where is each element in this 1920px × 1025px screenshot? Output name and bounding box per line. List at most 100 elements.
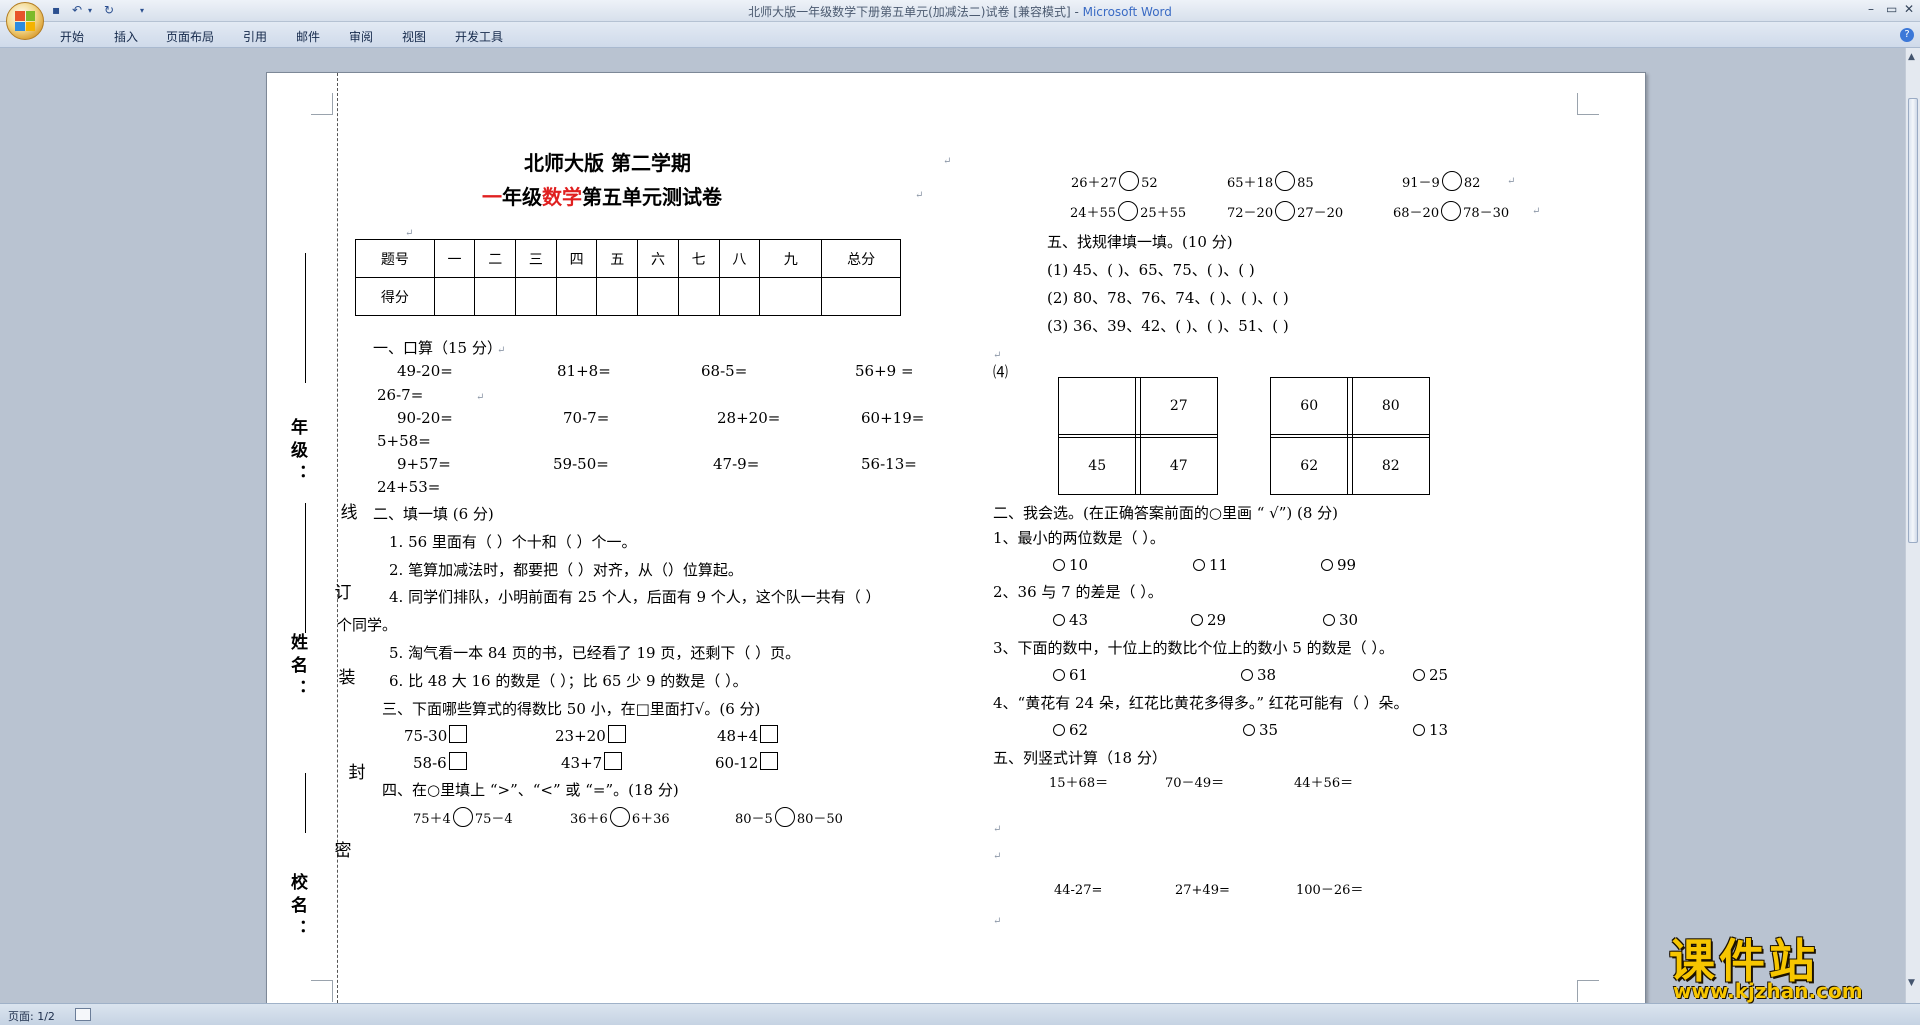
score-input-cell[interactable] — [596, 277, 639, 316]
checkbox[interactable] — [607, 725, 626, 743]
bind-char-zhuang: 装 — [338, 668, 356, 688]
grid-cell[interactable]: 60 — [1269, 377, 1349, 435]
compare-item: 91－9 82 — [1402, 171, 1480, 193]
choose-option[interactable]: 13 — [1413, 721, 1448, 739]
close-button[interactable]: ✕ — [1904, 2, 1914, 16]
vertical-calc-item: 70－49＝ — [1165, 776, 1225, 791]
restore-button[interactable]: ▭ — [1886, 2, 1897, 16]
tab-home[interactable]: 开始 — [60, 28, 84, 45]
choose-option[interactable]: 29 — [1191, 611, 1226, 629]
compare-circle[interactable] — [452, 807, 473, 827]
checkbox[interactable] — [448, 752, 467, 770]
grid-cell[interactable]: 47 — [1139, 437, 1219, 495]
checkbox[interactable] — [760, 725, 779, 743]
grid-cell[interactable]: 80 — [1351, 377, 1431, 435]
office-button[interactable] — [6, 2, 44, 40]
checkbox[interactable] — [449, 725, 468, 743]
compare-circle[interactable] — [1441, 201, 1462, 221]
score-input-cell[interactable] — [515, 277, 557, 316]
section1-title: 一、口算（15 分） — [373, 339, 502, 357]
oral-calc-item: 81+8= — [557, 362, 611, 380]
vertical-scrollbar[interactable]: ▲ ▼ — [1905, 48, 1920, 1003]
oral-calc-item: 47-9= — [713, 455, 760, 473]
oral-calc-item: 5+58= — [377, 432, 431, 450]
choose-option[interactable]: 38 — [1241, 666, 1276, 684]
choose-option[interactable]: 10 — [1053, 556, 1088, 574]
choose-option[interactable]: 62 — [1053, 721, 1088, 739]
grid-cell[interactable]: 82 — [1351, 437, 1431, 495]
choose-option[interactable]: 11 — [1193, 556, 1228, 574]
compare-circle[interactable] — [1275, 171, 1296, 191]
paragraph-mark: ↵ — [476, 392, 485, 403]
checkbox[interactable] — [760, 752, 779, 770]
grid-cell[interactable] — [1057, 377, 1137, 435]
pattern-line: (3) 36、39、42、( )、( )、51、( ) — [1047, 317, 1289, 335]
tab-references[interactable]: 引用 — [243, 28, 267, 45]
compare-circle[interactable] — [609, 807, 630, 827]
document-area: 年 级 ： 姓 名 ： 校 名 ： 线 订 装 封 密 北师大版 第二学期 一年… — [0, 48, 1905, 1003]
choose-option[interactable]: 61 — [1053, 666, 1088, 684]
bind-char-feng: 封 — [348, 763, 366, 783]
pattern-section-title: 五、找规律填一填。(10 分) — [1047, 233, 1233, 251]
compare-circle[interactable] — [1275, 201, 1296, 221]
oral-calc-item: 26-7= — [377, 386, 424, 404]
vertical-calc-item: 27+49= — [1175, 883, 1230, 898]
choose-option[interactable]: 35 — [1243, 721, 1278, 739]
tab-mailings[interactable]: 邮件 — [296, 28, 320, 45]
page-counter[interactable]: 页面: 1/2 — [8, 1008, 55, 1024]
grid-cell[interactable]: 45 — [1057, 437, 1137, 495]
score-input-cell[interactable] — [433, 277, 476, 316]
scroll-up-icon[interactable]: ▲ — [1908, 52, 1915, 62]
tab-view[interactable]: 视图 — [402, 28, 426, 45]
minimize-button[interactable]: – — [1868, 2, 1874, 16]
choose-option[interactable]: 99 — [1321, 556, 1356, 574]
compare-circle[interactable] — [1441, 171, 1462, 191]
score-cell: 六 — [637, 239, 679, 278]
score-input-cell[interactable] — [474, 277, 517, 316]
check-item: 75-30 — [404, 725, 468, 745]
proofing-icon[interactable] — [75, 1008, 91, 1021]
scrollbar-thumb[interactable] — [1908, 98, 1918, 543]
compare-item: 68－20 78－30 — [1393, 201, 1509, 223]
school-label: 校 名 ： — [287, 873, 307, 936]
score-cell: 五 — [596, 239, 639, 278]
choose-option[interactable]: 25 — [1413, 666, 1448, 684]
bind-char-ding: 订 — [334, 583, 352, 603]
score-cell: 一 — [433, 239, 476, 278]
fill-question: 5. 淘气看一本 84 页的书，已经看了 19 页，还剩下（ ）页。 — [389, 644, 801, 662]
bind-char-mi: 密 — [334, 841, 352, 861]
tab-review[interactable]: 审阅 — [349, 28, 373, 45]
help-icon[interactable]: ? — [1900, 28, 1914, 42]
compare-circle[interactable] — [1118, 201, 1139, 221]
scroll-down-icon[interactable]: ▼ — [1908, 978, 1915, 988]
fill-question: 4. 同学们排队，小明前面有 25 个人，后面有 9 个人，这个队一共有（ ） — [389, 588, 881, 606]
compare-circle[interactable] — [774, 807, 795, 827]
name-label: 姓 名 ： — [287, 633, 307, 696]
score-input-cell[interactable] — [555, 277, 598, 316]
choose-option[interactable]: 43 — [1053, 611, 1088, 629]
compare-item: 75＋4 75－4 — [413, 807, 513, 829]
score-input-cell[interactable] — [759, 277, 823, 316]
tab-page-layout[interactable]: 页面布局 — [166, 28, 214, 45]
check-item: 43+7 — [561, 752, 623, 772]
checkbox[interactable] — [604, 752, 623, 770]
compare-circle[interactable] — [1119, 171, 1140, 191]
score-input-cell[interactable] — [718, 277, 761, 316]
score-input-cell[interactable] — [677, 277, 720, 316]
score-input-cell[interactable] — [821, 277, 901, 316]
oral-calc-item: 70-7= — [563, 409, 610, 427]
choose-option[interactable]: 30 — [1323, 611, 1358, 629]
score-input-cell[interactable] — [637, 277, 679, 316]
score-cell: 得分 — [355, 277, 435, 316]
tab-insert[interactable]: 插入 — [114, 28, 138, 45]
grid-cell[interactable]: 62 — [1269, 437, 1349, 495]
title-bar: ▪ ↶ ▾ ↻ ▾ 北师大版一年级数学下册第五单元(加减法二)试卷 [兼容模式]… — [0, 0, 1920, 40]
binding-dashed-line — [337, 73, 338, 1003]
grid-cell[interactable]: 27 — [1139, 377, 1219, 435]
paragraph-mark: ↵ — [993, 916, 1002, 927]
crop-mark — [311, 93, 333, 115]
document-page[interactable]: 年 级 ： 姓 名 ： 校 名 ： 线 订 装 封 密 北师大版 第二学期 一年… — [266, 72, 1646, 1003]
tab-developer[interactable]: 开发工具 — [455, 28, 503, 45]
oral-calc-item: 9+57= — [397, 455, 451, 473]
office-logo-icon — [15, 11, 35, 31]
